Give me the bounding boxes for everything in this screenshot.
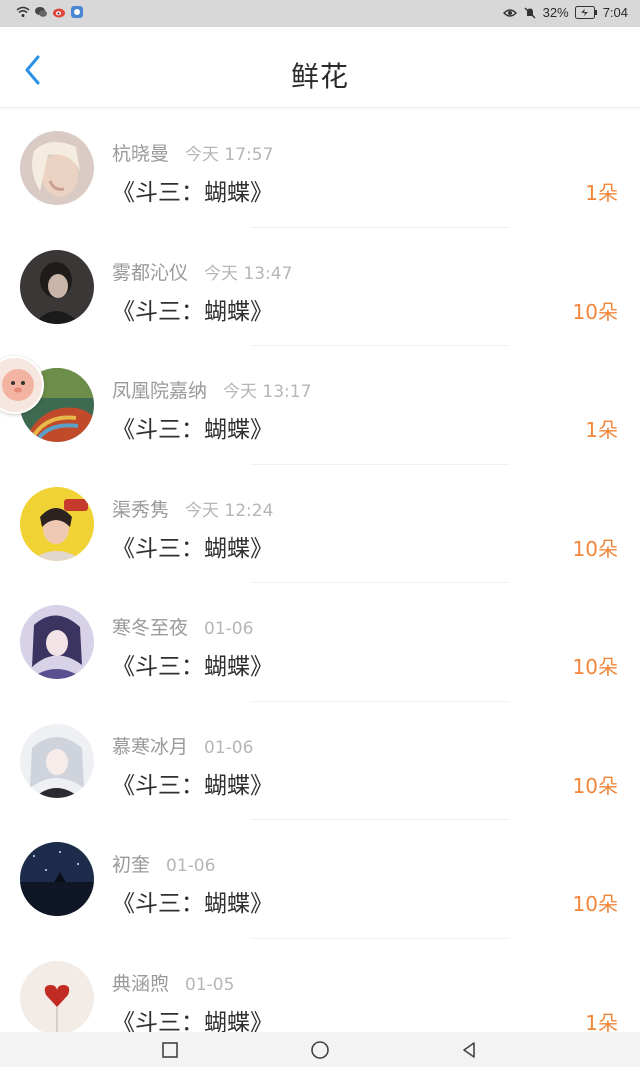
gift-time: 01-05 <box>185 974 235 995</box>
user-name-row: 初奎 01-06 <box>112 850 215 877</box>
flower-count: 10朵 <box>572 536 618 561</box>
avatar[interactable] <box>20 723 94 798</box>
system-nav-bar <box>0 1032 640 1067</box>
gift-time: 01-06 <box>166 856 216 876</box>
user-name: 渠秀隽 <box>112 498 170 521</box>
list-item[interactable]: 雾都沁仪 今天 13:47 《斗三：蝴蝶》 10朵 <box>0 228 640 346</box>
list-item[interactable]: 杭晓曼 今天 17:57 《斗三：蝴蝶》 1朵 <box>0 109 640 228</box>
list-item[interactable]: 凤凰院嘉纳 今天 13:17 《斗三：蝴蝶》 1朵 <box>0 346 640 465</box>
book-title: 《斗三：蝴蝶》 <box>112 654 273 680</box>
user-name: 杭晓曼 <box>112 143 170 165</box>
gift-time: 今天 12:24 <box>185 500 274 521</box>
user-name: 典涵煦 <box>112 972 170 995</box>
status-left-icons <box>16 5 84 19</box>
list-item[interactable]: 慕寒冰月 01-06 《斗三：蝴蝶》 10朵 <box>0 702 640 820</box>
gift-time: 今天 13:17 <box>223 382 312 402</box>
book-title: 《斗三：蝴蝶》 <box>112 180 273 206</box>
avatar[interactable] <box>20 131 94 205</box>
circle-icon[interactable] <box>310 1040 330 1060</box>
user-name: 慕寒冰月 <box>112 735 189 758</box>
user-name: 寒冬至夜 <box>112 617 189 639</box>
gift-time: 今天 13:47 <box>204 263 293 284</box>
user-name: 初奎 <box>112 854 151 876</box>
gift-time: 今天 17:57 <box>185 145 274 165</box>
list-item[interactable]: 初奎 01-06 《斗三：蝴蝶》 10朵 <box>0 820 640 939</box>
avatar[interactable] <box>20 842 94 916</box>
user-name-row: 慕寒冰月 01-06 <box>112 732 253 759</box>
flower-count: 1朵 <box>585 418 618 442</box>
mascot-icon <box>2 369 34 401</box>
gift-time: 01-06 <box>204 737 254 758</box>
avatar[interactable] <box>20 486 94 561</box>
book-title: 《斗三：蝴蝶》 <box>112 298 273 325</box>
weibo-icon <box>53 8 65 18</box>
gift-time: 01-06 <box>204 619 254 639</box>
app-header: 鲜花 <box>0 27 640 108</box>
eye-icon <box>502 8 517 17</box>
user-name: 凤凰院嘉纳 <box>112 380 208 402</box>
flower-count: 10朵 <box>572 892 618 916</box>
flower-count: 10朵 <box>572 655 618 679</box>
wechat-icon <box>35 7 47 17</box>
book-title: 《斗三：蝴蝶》 <box>112 891 273 917</box>
floating-assistant-button[interactable] <box>0 356 44 414</box>
app-notification-icon <box>71 6 83 18</box>
user-name-row: 凤凰院嘉纳 今天 13:17 <box>112 376 311 403</box>
avatar[interactable] <box>20 605 94 679</box>
flower-count: 10朵 <box>572 299 618 324</box>
battery-icon <box>574 6 597 19</box>
book-title: 《斗三：蝴蝶》 <box>112 535 273 562</box>
user-name-row: 渠秀隽 今天 12:24 <box>112 495 273 522</box>
square-icon[interactable] <box>160 1040 180 1060</box>
list-item[interactable]: 渠秀隽 今天 12:24 《斗三：蝴蝶》 10朵 <box>0 465 640 583</box>
user-name-row: 典涵煦 01-05 <box>112 969 234 996</box>
page-title: 鲜花 <box>290 60 349 93</box>
user-name: 雾都沁仪 <box>112 261 189 284</box>
triangle-icon[interactable] <box>459 1040 479 1060</box>
user-name-row: 杭晓曼 今天 17:57 <box>112 139 273 166</box>
list-item[interactable]: 寒冬至夜 01-06 《斗三：蝴蝶》 10朵 <box>0 583 640 702</box>
avatar[interactable] <box>20 960 94 1035</box>
battery-percent: 32% <box>542 5 569 20</box>
user-name-row: 寒冬至夜 01-06 <box>112 613 253 640</box>
avatar[interactable] <box>20 249 94 324</box>
wifi-icon <box>16 6 30 17</box>
status-right-icons: 32% 7:04 <box>502 5 628 20</box>
book-title: 《斗三：蝴蝶》 <box>112 417 273 443</box>
mute-bell-icon <box>524 7 536 18</box>
user-name-row: 雾都沁仪 今天 13:47 <box>112 258 292 285</box>
flower-count: 10朵 <box>572 773 618 798</box>
flower-count: 1朵 <box>585 181 618 205</box>
status-bar: 32% 7:04 <box>0 0 640 27</box>
book-title: 《斗三：蝴蝶》 <box>112 772 273 799</box>
clock: 7:04 <box>602 5 628 20</box>
flower-gift-list: 杭晓曼 今天 17:57 《斗三：蝴蝶》 1朵 雾都沁仪 今天 13:47 《斗三：… <box>0 109 640 1057</box>
